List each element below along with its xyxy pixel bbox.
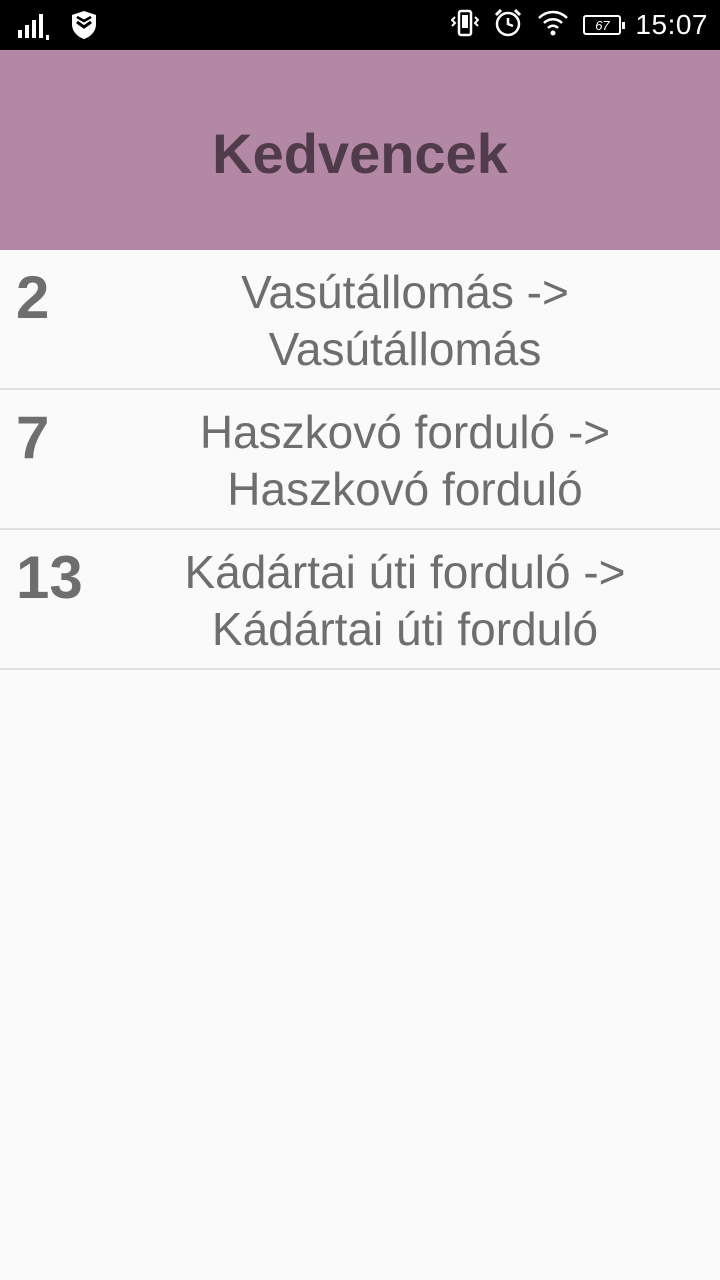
favorites-list: 2 Vasútállomás -> Vasútállomás 7 Haszkov… (0, 250, 720, 670)
status-bar-left (18, 10, 98, 45)
favorite-row[interactable]: 13 Kádártai úti forduló -> Kádártai úti … (0, 530, 720, 670)
app-bar: Kedvencek (0, 50, 720, 250)
route-from: Haszkovó forduló -> (199, 406, 611, 458)
line-number: 13 (16, 544, 83, 611)
route-from: Vasútállomás -> (241, 266, 569, 318)
route-to: Kádártai úti forduló (211, 603, 599, 655)
battery-level: 67 (595, 17, 610, 33)
signal-icon (18, 10, 52, 45)
shield-icon (70, 10, 98, 45)
wifi-icon (537, 9, 569, 42)
route-text: Kádártai úti forduló -> Kádártai úti for… (110, 544, 700, 658)
favorite-row[interactable]: 7 Haszkovó forduló -> Haszkovó forduló (0, 390, 720, 530)
route-to: Haszkovó forduló (227, 463, 583, 515)
page-title: Kedvencek (212, 121, 508, 185)
route-to: Vasútállomás (268, 323, 542, 375)
route-text: Vasútállomás -> Vasútállomás (110, 264, 700, 378)
status-bar: 67 15:07 (0, 0, 720, 50)
line-number: 7 (16, 404, 50, 471)
status-bar-right: 67 15:07 (451, 0, 708, 50)
vibrate-icon (451, 8, 480, 43)
battery-icon: 67 (583, 15, 626, 35)
favorite-row[interactable]: 2 Vasútállomás -> Vasútállomás (0, 250, 720, 390)
line-number: 2 (16, 264, 50, 331)
status-time: 15:07 (635, 9, 708, 40)
alarm-icon (493, 8, 523, 43)
route-text: Haszkovó forduló -> Haszkovó forduló (110, 404, 700, 518)
route-from: Kádártai úti forduló -> (184, 546, 626, 598)
